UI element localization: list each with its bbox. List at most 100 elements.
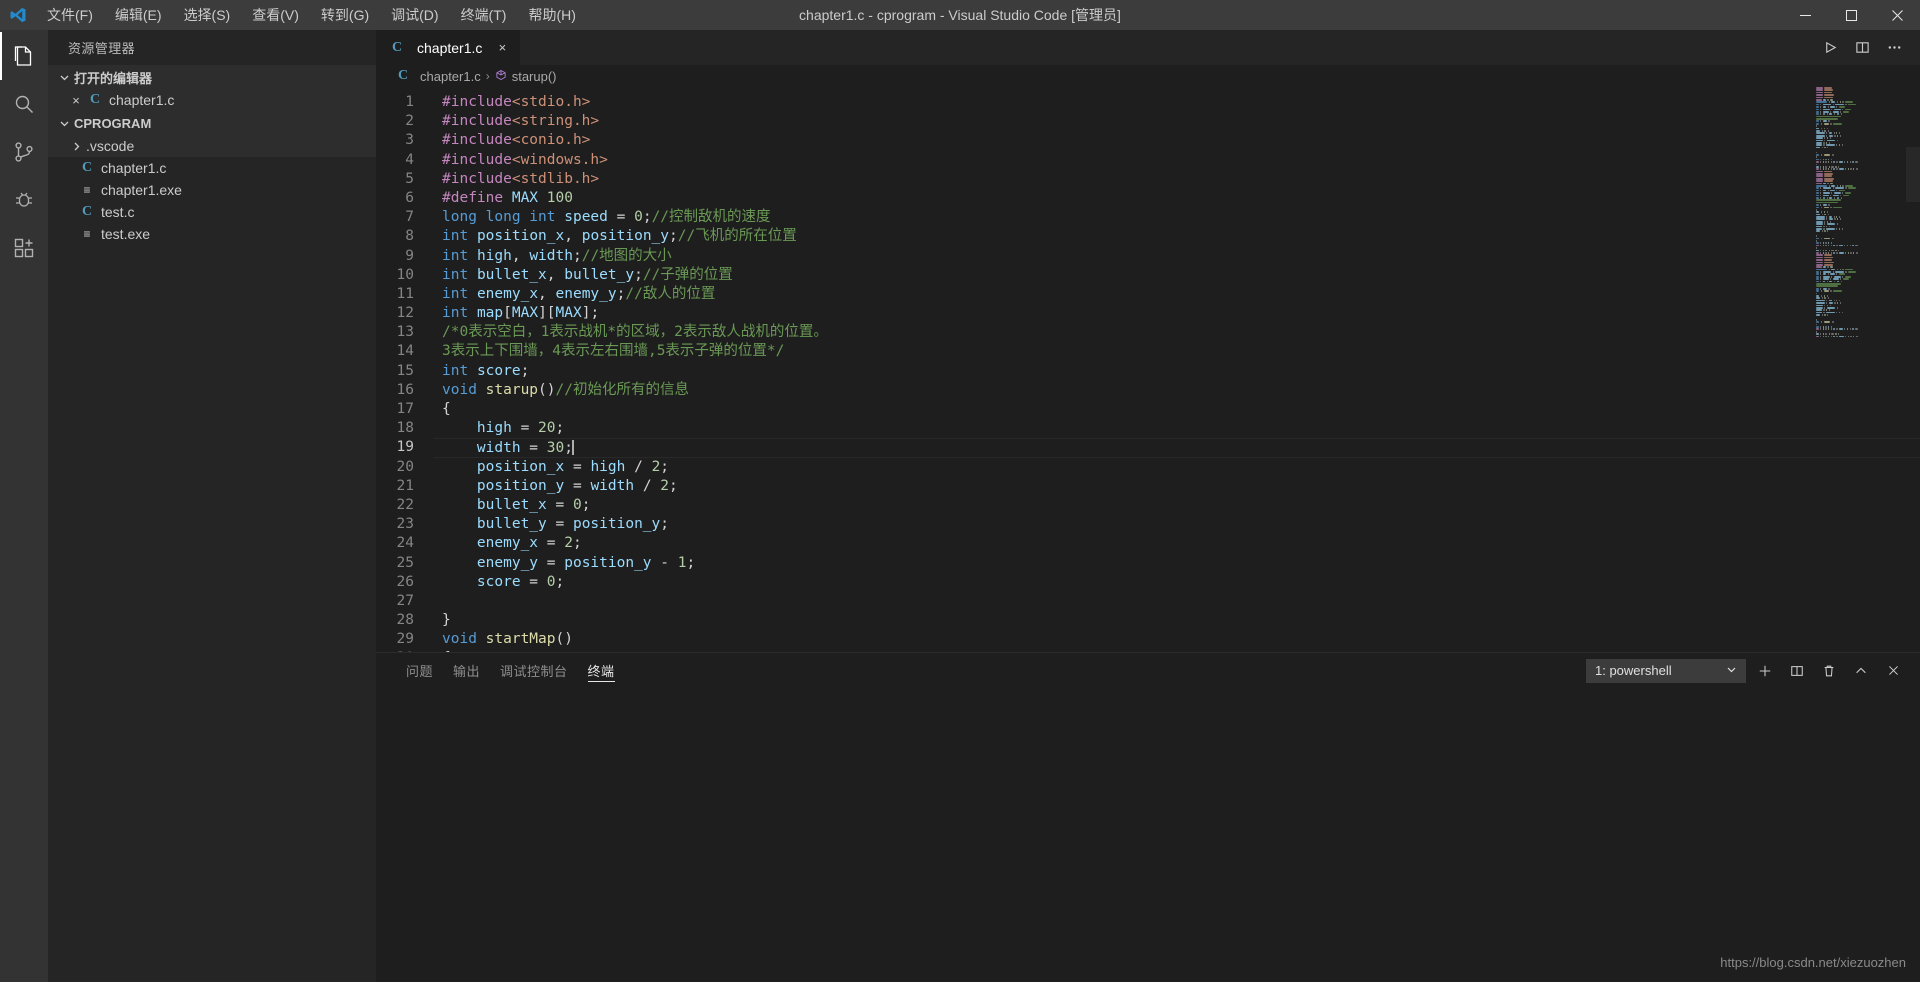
code-line[interactable]: bullet_x = 0; — [434, 496, 1920, 515]
code-line[interactable]: int bullet_x, bullet_y;//子弹的位置 — [434, 266, 1920, 285]
activity-source-control[interactable] — [0, 128, 48, 176]
close-icon[interactable]: × — [494, 40, 510, 55]
close-icon[interactable]: × — [68, 93, 84, 108]
scrollbar-thumb[interactable] — [1906, 147, 1920, 202]
tree-item-chapter1-exe[interactable]: ≡ chapter1.exe — [48, 179, 376, 201]
open-editor-label: chapter1.c — [109, 92, 175, 108]
c-file-icon: C — [89, 92, 101, 107]
code-editor[interactable]: 1 2 3 4 5 6 7 8 9 10 11 12 13 14 15 16 17 18 19 20 21 22 23 24 2… — [376, 87, 1920, 652]
add-icon[interactable] — [1752, 658, 1778, 684]
folder-label: CPROGRAM — [74, 115, 152, 131]
chevron-down-icon — [56, 69, 72, 85]
code-line[interactable]: #define MAX 100 — [434, 189, 1920, 208]
code-line[interactable]: } — [434, 611, 1920, 630]
activity-search[interactable] — [0, 80, 48, 128]
menu-file[interactable]: 文件(F) — [36, 2, 104, 28]
chevron-right-icon — [68, 141, 84, 152]
line-number: 6 — [405, 189, 414, 206]
code-line[interactable]: 3表示上下围墙，4表示左右围墙,5表示子弹的位置*/ — [434, 342, 1920, 361]
tree-item-test-exe[interactable]: ≡ test.exe — [48, 223, 376, 245]
minimize-icon[interactable] — [1782, 0, 1828, 30]
breadcrumb-symbol[interactable]: starup() — [512, 69, 557, 84]
line-number: 20 — [396, 458, 414, 475]
panel-tab-terminal[interactable]: 终端 — [578, 653, 625, 688]
section-open-editors[interactable]: 打开的编辑器 — [48, 65, 376, 89]
maximize-icon[interactable] — [1828, 0, 1874, 30]
code-line[interactable]: void startMap() — [434, 630, 1920, 649]
code-line[interactable]: high = 20; — [434, 419, 1920, 438]
editor-scrollbar[interactable] — [1906, 87, 1920, 652]
code-line[interactable]: { — [434, 649, 1920, 652]
c-file-icon: C — [81, 204, 93, 219]
code-content[interactable]: #include<stdio.h> #include<string.h> #incl… — [434, 87, 1920, 652]
code-line[interactable]: enemy_x = 2; — [434, 534, 1920, 553]
menu-terminal[interactable]: 终端(T) — [450, 2, 518, 28]
trash-icon[interactable] — [1816, 658, 1842, 684]
panel-header: 问题 输出 调试控制台 终端 1: powershell — [376, 653, 1920, 688]
code-line[interactable]: position_x = high / 2; — [434, 458, 1920, 477]
code-line[interactable]: int score; — [434, 362, 1920, 381]
line-number: 2 — [405, 113, 414, 130]
tree-item-test-c[interactable]: C test.c — [48, 201, 376, 223]
code-line[interactable]: enemy_y = position_y - 1; — [434, 554, 1920, 573]
code-line[interactable]: bullet_y = position_y; — [434, 515, 1920, 534]
code-line[interactable]: #include<windows.h> — [434, 151, 1920, 170]
code-line[interactable]: #include<stdio.h> — [434, 93, 1920, 112]
menu-bar: 文件(F) 编辑(E) 选择(S) 查看(V) 转到(G) 调试(D) 终端(T… — [36, 2, 587, 28]
activity-extensions[interactable] — [0, 224, 48, 272]
menu-edit[interactable]: 编辑(E) — [104, 2, 173, 28]
breadcrumb-file[interactable]: chapter1.c — [420, 69, 481, 84]
close-icon[interactable] — [1874, 0, 1920, 30]
terminal-selector[interactable]: 1: powershell — [1586, 658, 1746, 683]
open-editor-chapter1-c[interactable]: × C chapter1.c — [48, 89, 376, 111]
tree-item-vscode[interactable]: .vscode — [48, 135, 376, 157]
panel-tab-debug-console[interactable]: 调试控制台 — [490, 653, 578, 688]
code-line[interactable]: void starup()//初始化所有的信息 — [434, 381, 1920, 400]
editor-tabs-bar: C chapter1.c × — [376, 30, 1920, 65]
code-line[interactable]: int high, width;//地图的大小 — [434, 247, 1920, 266]
chevron-up-icon[interactable] — [1848, 658, 1874, 684]
line-number: 7 — [405, 209, 414, 226]
section-folder-cprogram[interactable]: CPROGRAM — [48, 111, 376, 135]
bottom-panel: 问题 输出 调试控制台 终端 1: powershell — [376, 652, 1920, 982]
menu-selection[interactable]: 选择(S) — [173, 2, 242, 28]
menu-help[interactable]: 帮助(H) — [517, 2, 586, 28]
terminal-output[interactable] — [376, 688, 1920, 982]
code-line[interactable]: { — [434, 400, 1920, 419]
activity-explorer[interactable] — [0, 32, 48, 80]
code-line[interactable]: #include<conio.h> — [434, 131, 1920, 150]
tree-item-label: chapter1.c — [101, 160, 167, 176]
code-line[interactable]: #include<string.h> — [434, 112, 1920, 131]
window-controls — [1782, 0, 1920, 30]
code-line[interactable]: int enemy_x, enemy_y;//敌人的位置 — [434, 285, 1920, 304]
menu-debug[interactable]: 调试(D) — [380, 2, 449, 28]
panel-tab-output[interactable]: 输出 — [443, 653, 490, 688]
code-line[interactable]: long long int speed = 0;//控制敌机的速度 — [434, 208, 1920, 227]
vscode-window: 文件(F) 编辑(E) 选择(S) 查看(V) 转到(G) 调试(D) 终端(T… — [0, 0, 1920, 982]
tab-chapter1-c[interactable]: C chapter1.c × — [376, 30, 522, 65]
code-line[interactable]: position_y = width / 2; — [434, 477, 1920, 496]
line-number: 11 — [396, 285, 414, 302]
tree-item-label: .vscode — [86, 138, 135, 154]
more-actions-icon[interactable] — [1880, 34, 1908, 62]
split-terminal-icon[interactable] — [1784, 658, 1810, 684]
code-line[interactable]: score = 0; — [434, 573, 1920, 592]
code-line[interactable] — [434, 592, 1920, 611]
tree-item-chapter1-c[interactable]: C chapter1.c — [48, 157, 376, 179]
code-line[interactable]: /*0表示空白，1表示战机*的区域，2表示敌人战机的位置。 — [434, 323, 1920, 342]
binary-file-icon: ≡ — [83, 183, 91, 197]
activity-debug[interactable] — [0, 176, 48, 224]
code-line[interactable]: int map[MAX][MAX]; — [434, 304, 1920, 323]
breadcrumb: C chapter1.c › starup() — [376, 65, 1920, 87]
line-number: 4 — [405, 151, 414, 168]
code-line[interactable]: width = 30; — [434, 438, 1920, 458]
run-play-icon[interactable] — [1816, 34, 1844, 62]
line-number: 3 — [405, 132, 414, 149]
close-icon[interactable] — [1880, 658, 1906, 684]
menu-view[interactable]: 查看(V) — [241, 2, 310, 28]
split-editor-icon[interactable] — [1848, 34, 1876, 62]
code-line[interactable]: int position_x, position_y;//飞机的所在位置 — [434, 227, 1920, 246]
menu-goto[interactable]: 转到(G) — [310, 2, 380, 28]
panel-tab-problems[interactable]: 问题 — [396, 653, 443, 688]
code-line[interactable]: #include<stdlib.h> — [434, 170, 1920, 189]
